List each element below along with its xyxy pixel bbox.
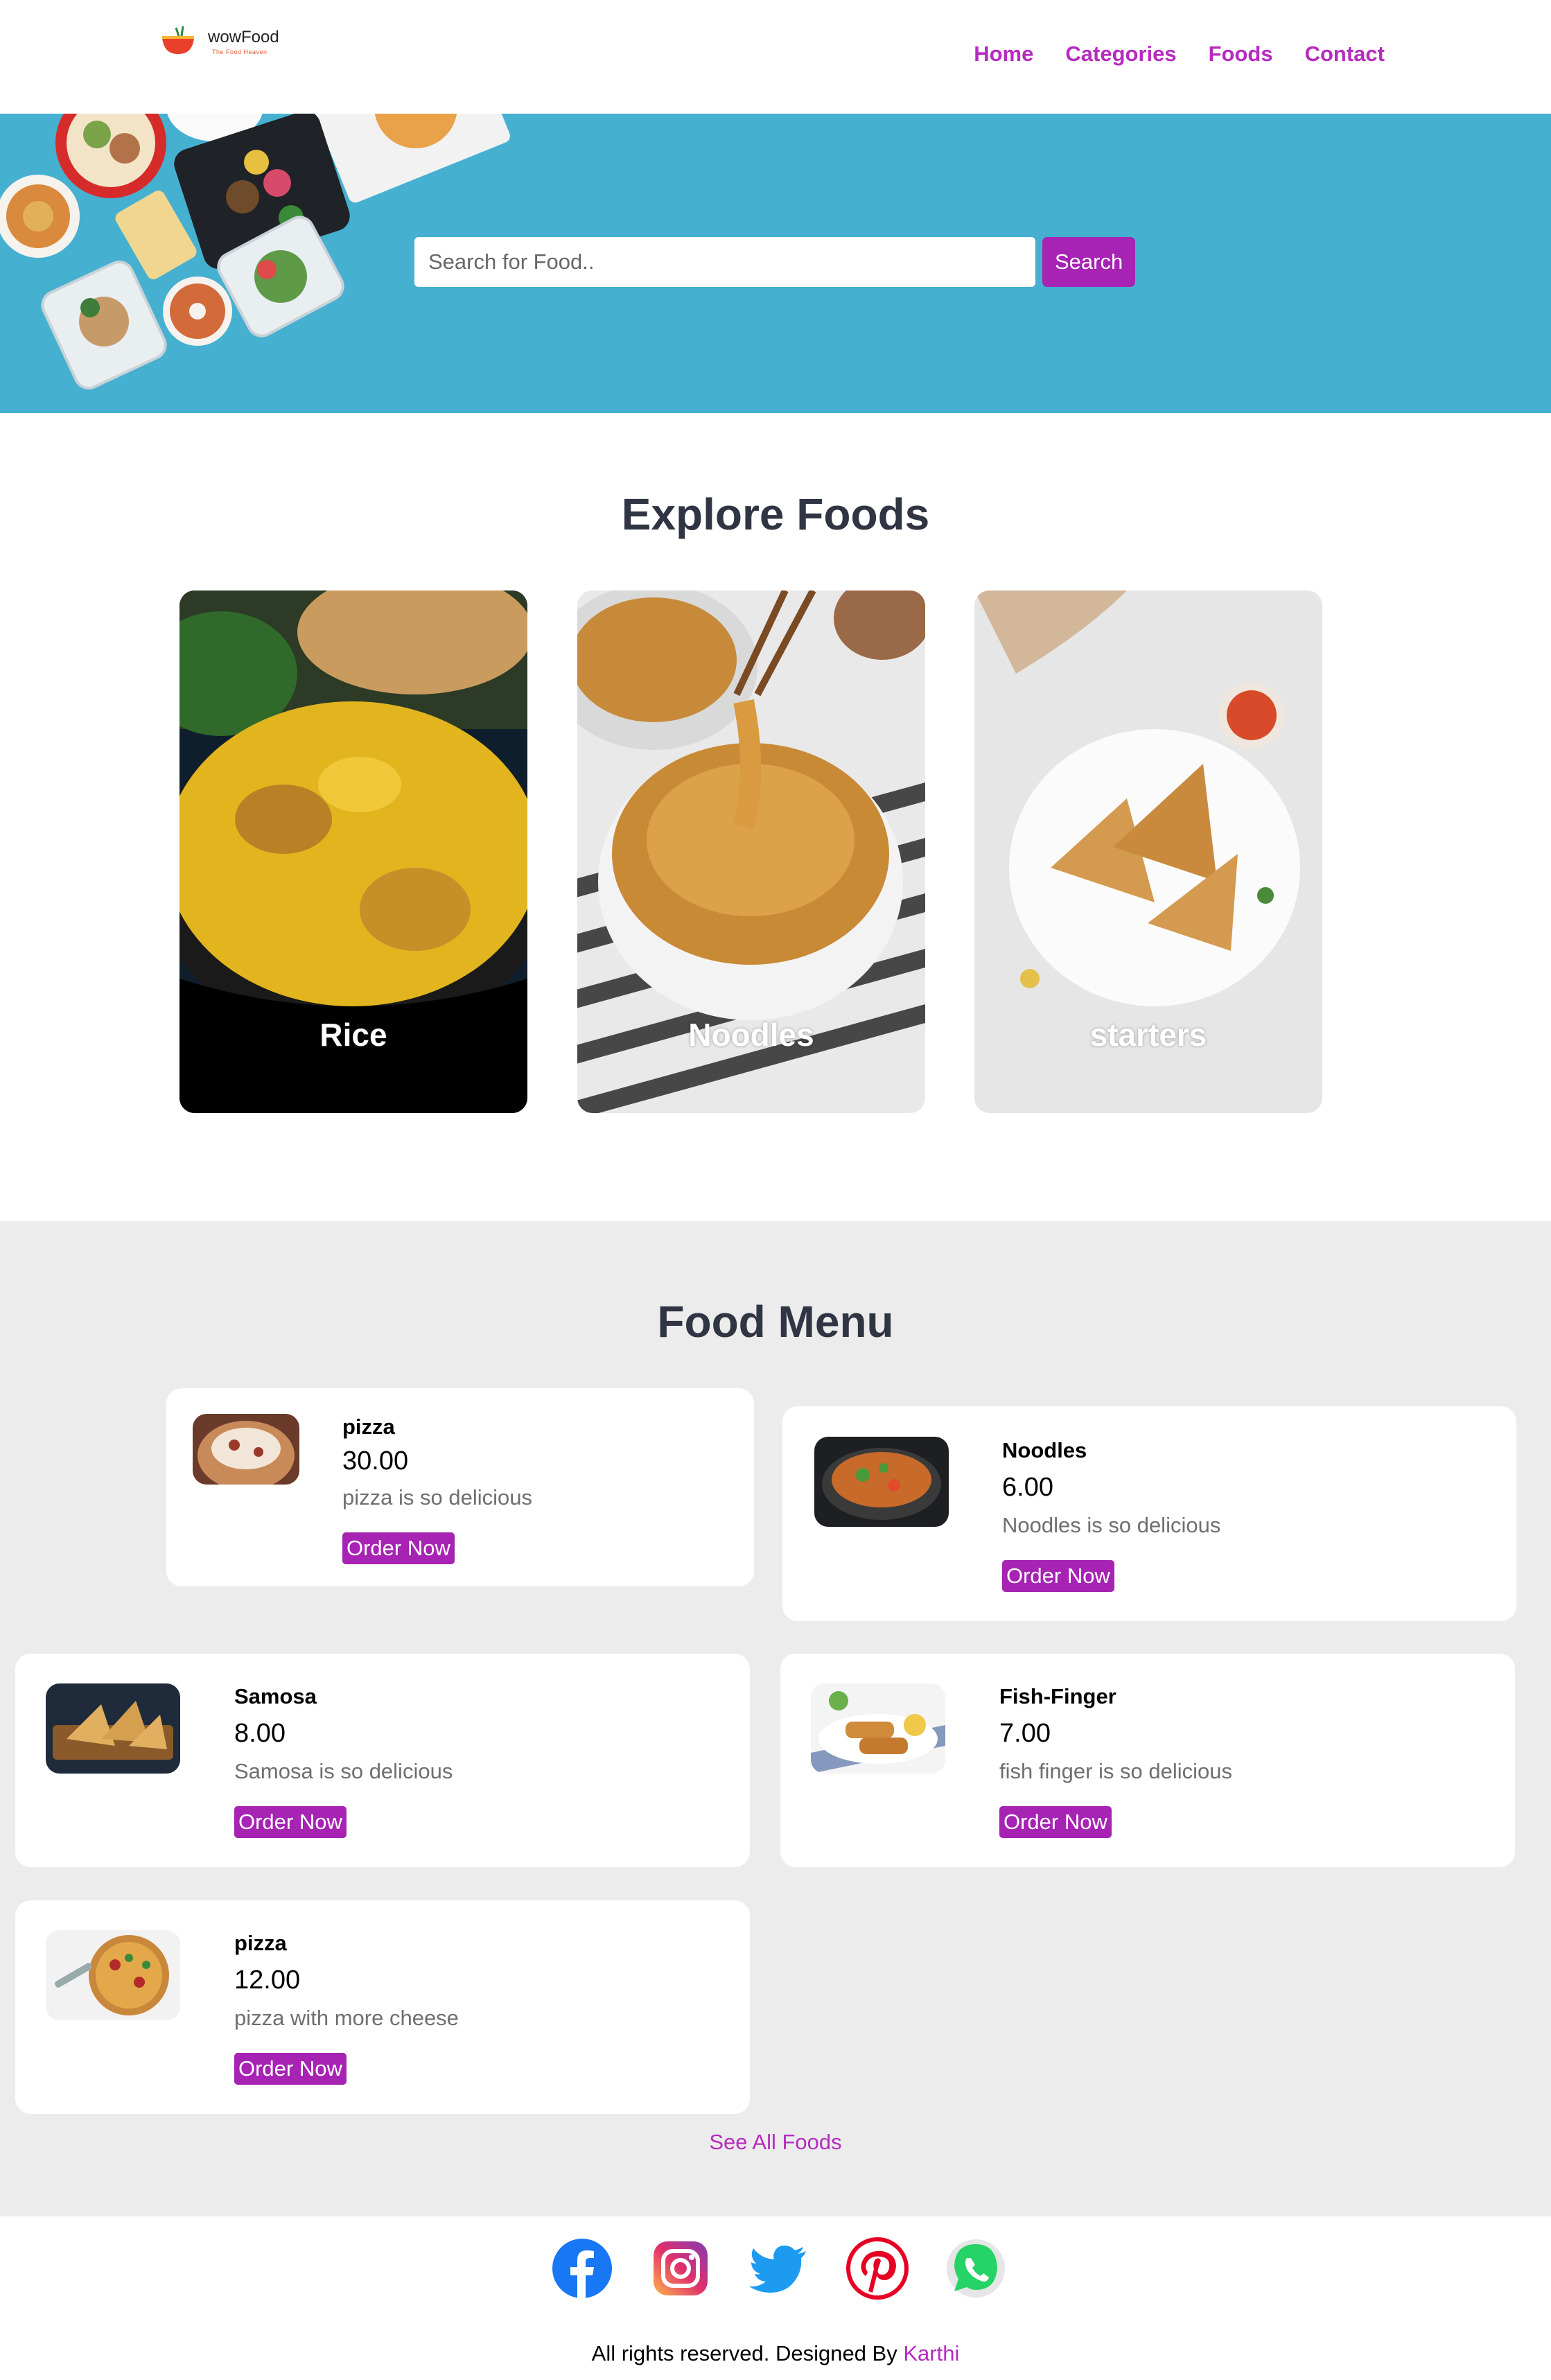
food-description: Samosa is so delicious: [234, 1759, 453, 1783]
main-nav: Home Categories Foods Contact: [974, 42, 1385, 67]
whatsapp-icon[interactable]: [945, 2237, 1007, 2300]
order-now-button[interactable]: Order Now: [999, 1806, 1112, 1838]
food-price: 6.00: [1002, 1473, 1053, 1502]
category-label-rice: Rice: [319, 1017, 387, 1053]
food-price: 30.00: [342, 1446, 409, 1476]
category-card-rice[interactable]: Rice: [179, 590, 527, 1113]
food-description: pizza is so delicious: [342, 1485, 532, 1510]
order-now-button[interactable]: Order Now: [234, 1806, 347, 1838]
food-price: 8.00: [234, 1719, 286, 1748]
logo-tagline: The Food Heaven: [212, 49, 268, 55]
designer-link[interactable]: Karthi: [903, 2341, 959, 2365]
food-menu-title: Food Menu: [657, 1297, 894, 1347]
food-name: Fish-Finger: [999, 1684, 1116, 1708]
food-card-samosa: Samosa 8.00 Samosa is so delicious Order…: [15, 1654, 750, 1867]
explore-title: Explore Foods: [621, 489, 930, 539]
food-card-pizza-cheese: pizza 12.00 pizza with more cheese Order…: [15, 1900, 750, 2114]
food-description: Noodles is so delicious: [1002, 1513, 1221, 1537]
pinterest-icon[interactable]: [846, 2237, 909, 2300]
nav-link-home[interactable]: Home: [974, 42, 1033, 67]
food-image-pizza: [193, 1414, 299, 1485]
food-image-fish-finger: [811, 1683, 945, 1774]
nav-link-categories[interactable]: Categories: [1065, 42, 1176, 67]
bowl-logo-icon: [162, 26, 194, 54]
logo-name: wowFood: [208, 28, 279, 46]
instagram-icon[interactable]: [649, 2237, 712, 2300]
order-now-button[interactable]: Order Now: [342, 1532, 455, 1564]
food-description: fish finger is so delicious: [999, 1759, 1232, 1783]
food-description: pizza with more cheese: [234, 2006, 459, 2030]
nav-link-foods[interactable]: Foods: [1209, 42, 1273, 67]
food-image-samosa: [46, 1683, 180, 1774]
food-card-fish-finger: Fish-Finger 7.00 fish finger is so delic…: [780, 1654, 1515, 1867]
food-image-noodles: [814, 1437, 949, 1527]
search-form: Search: [414, 237, 1136, 287]
food-card-noodles: Noodles 6.00 Noodles is so delicious Ord…: [782, 1406, 1516, 1621]
food-name: pizza: [234, 1931, 287, 1955]
food-image-pizza-cheese: [46, 1930, 180, 2020]
food-name: Noodles: [1002, 1438, 1087, 1462]
facebook-icon[interactable]: [551, 2237, 613, 2300]
food-name: Samosa: [234, 1684, 317, 1708]
footer-text-prefix: All rights reserved. Designed By: [591, 2341, 897, 2365]
nav-link-contact[interactable]: Contact: [1305, 42, 1385, 67]
twitter-icon[interactable]: [748, 2237, 810, 2300]
search-button[interactable]: Search: [1042, 237, 1136, 287]
food-name: pizza: [342, 1415, 395, 1439]
see-all-foods-link[interactable]: See All Foods: [0, 2130, 1551, 2155]
category-card-starters[interactable]: starters: [974, 590, 1322, 1113]
food-card-pizza: pizza 30.00 pizza is so delicious Order …: [166, 1388, 754, 1586]
footer-copyright: All rights reserved. Designed By Karthi: [0, 2341, 1551, 2366]
category-card-noodles[interactable]: Noodles: [577, 590, 925, 1113]
category-label-starters: starters: [1089, 1017, 1207, 1053]
social-links: [551, 2237, 1007, 2300]
order-now-button[interactable]: Order Now: [234, 2053, 347, 2085]
logo[interactable]: wowFood The Food Heaven: [161, 14, 286, 62]
category-label-noodles: Noodles: [688, 1017, 814, 1053]
food-price: 12.00: [234, 1966, 301, 1995]
order-now-button[interactable]: Order Now: [1002, 1560, 1114, 1592]
search-input[interactable]: [414, 237, 1035, 287]
hero-search-banner: Search: [0, 114, 1551, 413]
food-price: 7.00: [999, 1719, 1051, 1748]
navbar: wowFood The Food Heaven Home Categories …: [0, 0, 1551, 114]
